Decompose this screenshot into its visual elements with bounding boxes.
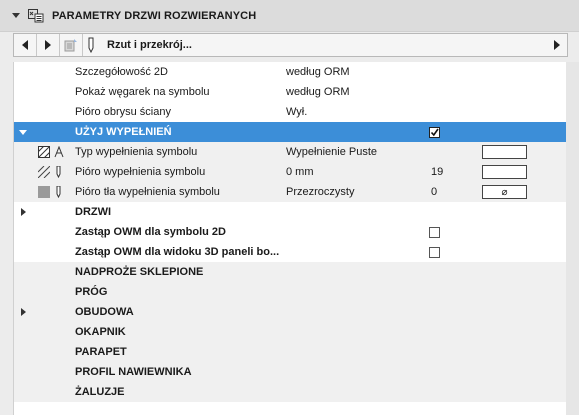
tree-group-row[interactable]: ŻALUZJE [14,382,567,402]
door-settings-icon [28,8,44,23]
tree-row[interactable]: Pióro obrysu ściany Wył. [14,102,567,122]
row-value[interactable]: Przezroczysty [286,186,354,198]
row-label: Typ wypełnienia symbolu [75,146,198,158]
vertical-scrollbar[interactable] [566,62,579,415]
tree-group-row[interactable]: DRZWI [14,202,567,222]
view-toolbar: Rzut i przekrój... [13,33,568,57]
pen-button[interactable] [83,34,99,56]
row-label: Pióro wypełnienia symbolu [75,166,206,178]
expanded-arrow-icon[interactable] [19,129,27,135]
row-label: Pióro tła wypełnienia symbolu [75,186,220,198]
pen-small-icon [56,186,61,198]
row-label: NADPROŻE SKLEPIONE [75,266,204,278]
fill-lines-icon [38,166,50,178]
override-2d-checkbox[interactable] [429,226,440,238]
tree-group-row[interactable]: PRÓG [14,282,567,302]
tree-row[interactable]: Pióro wypełnienia symbolu 0 mm 19 [14,162,567,182]
pen-small-icon [56,166,61,178]
view-selector-arrow[interactable] [547,34,567,56]
row-value[interactable]: według ORM [286,86,350,98]
tree-row[interactable]: Pokaż węgarek na symbolu według ORM [14,82,567,102]
expand-arrow-icon[interactable] [21,208,26,216]
checkmark-icon [430,128,439,136]
row-label: DRZWI [75,206,112,218]
row-label: PARAPET [75,346,127,358]
page-options-button[interactable] [60,34,83,56]
row-label: Pióro obrysu ściany [75,106,171,118]
row-label: PRÓG [75,286,108,298]
panel-header[interactable]: PARAMETRY DRZWI ROZWIERANYCH [0,0,579,32]
row-label: Zastąp OWM dla widoku 3D paneli bo... [75,246,280,258]
arrow-right-icon [45,40,51,50]
chevron-right-icon [554,40,560,50]
tree-row[interactable]: Zastąp OWM dla symbolu 2D [14,222,567,242]
row-value[interactable]: Wypełnienie Puste [286,146,377,158]
expand-arrow-icon[interactable] [21,308,26,316]
tree-group-row[interactable]: PROFIL NAWIEWNIKA [14,362,567,382]
tree-row[interactable]: Szczegółowość 2D według ORM [14,62,567,82]
arrow-left-icon [22,40,28,50]
solid-fill-icon [38,186,50,198]
row-label: Szczegółowość 2D [75,66,168,78]
row-label: ŻALUZJE [75,386,125,398]
page-list-icon [64,39,77,52]
next-button[interactable] [37,34,60,56]
tree-group-row[interactable]: NADPROŻE SKLEPIONE [14,262,567,282]
tree-row-selected[interactable]: UŻYJ WYPEŁNIEŃ [14,122,567,142]
row-label: Zastąp OWM dla symbolu 2D [75,226,226,238]
row-label: OBUDOWA [75,306,134,318]
pen-number[interactable]: 19 [431,166,443,178]
pen-number[interactable]: 0 [431,186,437,198]
row-value[interactable]: według ORM [286,66,350,78]
parameter-tree: Szczegółowość 2D według ORM Pokaż węgare… [13,62,567,415]
pen-color-swatch[interactable] [482,165,527,179]
collapse-arrow-icon[interactable] [12,13,20,18]
pen-icon [88,37,94,53]
row-label: OKAPNIK [75,326,126,338]
tree-group-row[interactable]: OKAPNIK [14,322,567,342]
tree-row[interactable]: Pióro tła wypełnienia symbolu Przezroczy… [14,182,567,202]
use-fills-checkbox[interactable] [429,126,440,138]
tree-row[interactable]: Typ wypełnienia symbolu Wypełnienie Pust… [14,142,567,162]
row-label: PROFIL NAWIEWNIKA [75,366,192,378]
transparent-swatch[interactable]: ⌀ [482,185,527,199]
row-value[interactable]: Wył. [286,106,307,118]
fill-type-icon [54,146,64,158]
tree-group-row[interactable]: OBUDOWA [14,302,567,322]
row-label: UŻYJ WYPEŁNIEŃ [75,126,172,138]
override-3d-checkbox[interactable] [429,246,440,258]
tree-group-row[interactable]: PARAPET [14,342,567,362]
view-selector-label[interactable]: Rzut i przekrój... [107,39,547,51]
tree-row[interactable]: Zastąp OWM dla widoku 3D paneli bo... [14,242,567,262]
fill-pattern-icon [38,146,50,158]
row-value[interactable]: 0 mm [286,166,314,178]
previous-button[interactable] [14,34,37,56]
row-label: Pokaż węgarek na symbolu [75,86,210,98]
panel-title: PARAMETRY DRZWI ROZWIERANYCH [52,9,257,22]
fill-preview-swatch[interactable] [482,145,527,159]
